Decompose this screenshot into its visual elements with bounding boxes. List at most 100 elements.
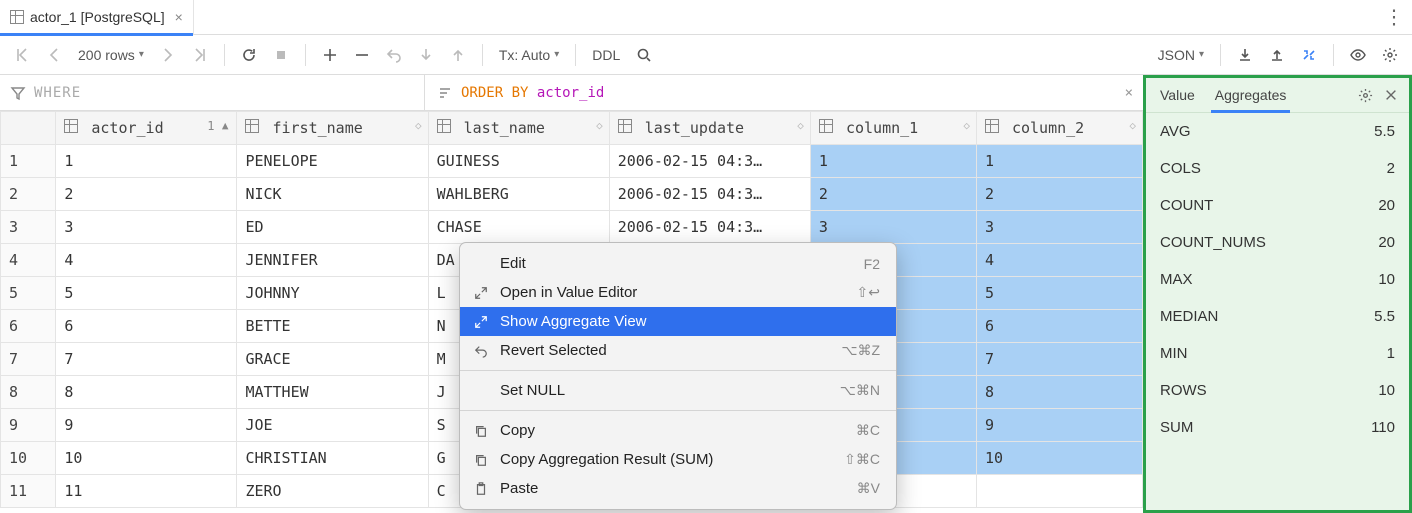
compare-button[interactable] [1295,41,1323,69]
column-header-first-name[interactable]: first_name ◇ [237,112,428,145]
cell[interactable]: 10 [56,442,237,475]
cell[interactable]: 5 [976,277,1142,310]
table-row[interactable]: 22NICKWAHLBERG2006-02-15 04:3…22 [1,178,1143,211]
tx-mode-dropdown[interactable]: Tx: Auto ▾ [493,41,565,69]
stop-button[interactable] [267,41,295,69]
panel-close-button[interactable] [1379,83,1403,107]
aggregate-row[interactable]: MAX10 [1146,261,1409,298]
cell[interactable]: 6 [56,310,237,343]
cell[interactable]: 2006-02-15 04:3… [609,145,810,178]
cell[interactable]: 7 [976,343,1142,376]
orderby-filter[interactable]: ORDER BY actor_id × [425,75,1143,110]
cell[interactable]: 7 [56,343,237,376]
cell[interactable]: 3 [56,211,237,244]
column-header-column-2[interactable]: column_2 ◇ [976,112,1142,145]
next-page-button[interactable] [154,41,182,69]
aggregate-row[interactable]: SUM110 [1146,409,1409,446]
export-button[interactable] [1231,41,1259,69]
cell[interactable]: JOE [237,409,428,442]
cell[interactable]: CHRISTIAN [237,442,428,475]
search-button[interactable] [630,41,658,69]
cell[interactable]: 10 [976,442,1142,475]
cell[interactable]: GRACE [237,343,428,376]
aggregate-row[interactable]: COLS2 [1146,150,1409,187]
rowcount-dropdown[interactable]: 200 rows ▾ [72,41,150,69]
cell[interactable]: 8 [976,376,1142,409]
commit-button[interactable] [412,41,440,69]
table-row[interactable]: 11PENELOPEGUINESS2006-02-15 04:3…11 [1,145,1143,178]
cell[interactable]: BETTE [237,310,428,343]
aggregate-row[interactable]: MIN1 [1146,335,1409,372]
aggregate-row[interactable]: ROWS10 [1146,372,1409,409]
aggregate-row[interactable]: MEDIAN5.5 [1146,298,1409,335]
view-button[interactable] [1344,41,1372,69]
context-menu-item[interactable]: Paste⌘V [460,474,896,503]
context-menu-item[interactable]: EditF2 [460,249,896,278]
revert-button[interactable] [380,41,408,69]
ddl-button[interactable]: DDL [586,41,626,69]
aggregate-row[interactable]: AVG5.5 [1146,113,1409,150]
prev-page-button[interactable] [40,41,68,69]
cell[interactable]: JOHNNY [237,277,428,310]
column-header-actor-id[interactable]: actor_id 1 ▲ [56,112,237,145]
close-icon[interactable]: × [175,9,183,25]
import-button[interactable] [1263,41,1291,69]
add-row-button[interactable] [316,41,344,69]
cell[interactable]: ZERO [237,475,428,508]
settings-button[interactable] [1376,41,1404,69]
where-filter[interactable]: WHERE [0,75,425,110]
cell[interactable]: 4 [56,244,237,277]
context-menu-item[interactable]: Copy⌘C [460,416,896,445]
context-menu-item[interactable]: Open in Value Editor⇧↩ [460,278,896,307]
context-menu[interactable]: EditF2Open in Value Editor⇧↩Show Aggrega… [459,242,897,510]
cell[interactable]: GUINESS [428,145,609,178]
context-menu-item[interactable]: Revert Selected⌥⌘Z [460,336,896,365]
cell[interactable]: 2 [976,178,1142,211]
cell[interactable]: 4 [976,244,1142,277]
cell[interactable]: WAHLBERG [428,178,609,211]
cell[interactable]: 6 [976,310,1142,343]
aggregate-row[interactable]: COUNT20 [1146,187,1409,224]
cell[interactable]: 5 [56,277,237,310]
cell[interactable]: 3 [976,211,1142,244]
reload-button[interactable] [235,41,263,69]
cell[interactable]: MATTHEW [237,376,428,409]
cell[interactable]: PENELOPE [237,145,428,178]
table-row[interactable]: 33EDCHASE2006-02-15 04:3…33 [1,211,1143,244]
first-page-button[interactable] [8,41,36,69]
column-header-last-name[interactable]: last_name ◇ [428,112,609,145]
aggregate-row[interactable]: COUNT_NUMS20 [1146,224,1409,261]
tab-aggregates[interactable]: Aggregates [1205,78,1297,113]
column-header-last-update[interactable]: last_update ◇ [609,112,810,145]
cell[interactable]: 2 [810,178,976,211]
context-menu-item[interactable]: Copy Aggregation Result (SUM)⇧⌘C [460,445,896,474]
editor-tab[interactable]: actor_1 [PostgreSQL] × [0,0,194,35]
cell[interactable]: 9 [56,409,237,442]
cell[interactable]: 3 [810,211,976,244]
cell[interactable]: ED [237,211,428,244]
cell[interactable]: 8 [56,376,237,409]
submit-button[interactable] [444,41,472,69]
cell[interactable]: 2006-02-15 04:3… [609,211,810,244]
cell[interactable]: 9 [976,409,1142,442]
tab-value[interactable]: Value [1150,78,1205,113]
cell[interactable]: 2006-02-15 04:3… [609,178,810,211]
context-menu-item[interactable]: Show Aggregate View [460,307,896,336]
last-page-button[interactable] [186,41,214,69]
cell[interactable]: 1 [810,145,976,178]
cell[interactable]: NICK [237,178,428,211]
cell[interactable]: 1 [56,145,237,178]
context-menu-item[interactable]: Set NULL⌥⌘N [460,376,896,405]
cell[interactable]: JENNIFER [237,244,428,277]
panel-settings-button[interactable] [1353,83,1377,107]
cell[interactable]: 11 [56,475,237,508]
cell[interactable]: 2 [56,178,237,211]
column-header-column-1[interactable]: column_1 ◇ [810,112,976,145]
cell[interactable]: 1 [976,145,1142,178]
remove-row-button[interactable] [348,41,376,69]
cell[interactable] [976,475,1142,508]
overflow-icon[interactable]: ⋮ [1384,5,1404,30]
cell[interactable]: CHASE [428,211,609,244]
output-format-dropdown[interactable]: JSON ▾ [1152,41,1210,69]
clear-orderby-button[interactable]: × [1125,85,1133,101]
